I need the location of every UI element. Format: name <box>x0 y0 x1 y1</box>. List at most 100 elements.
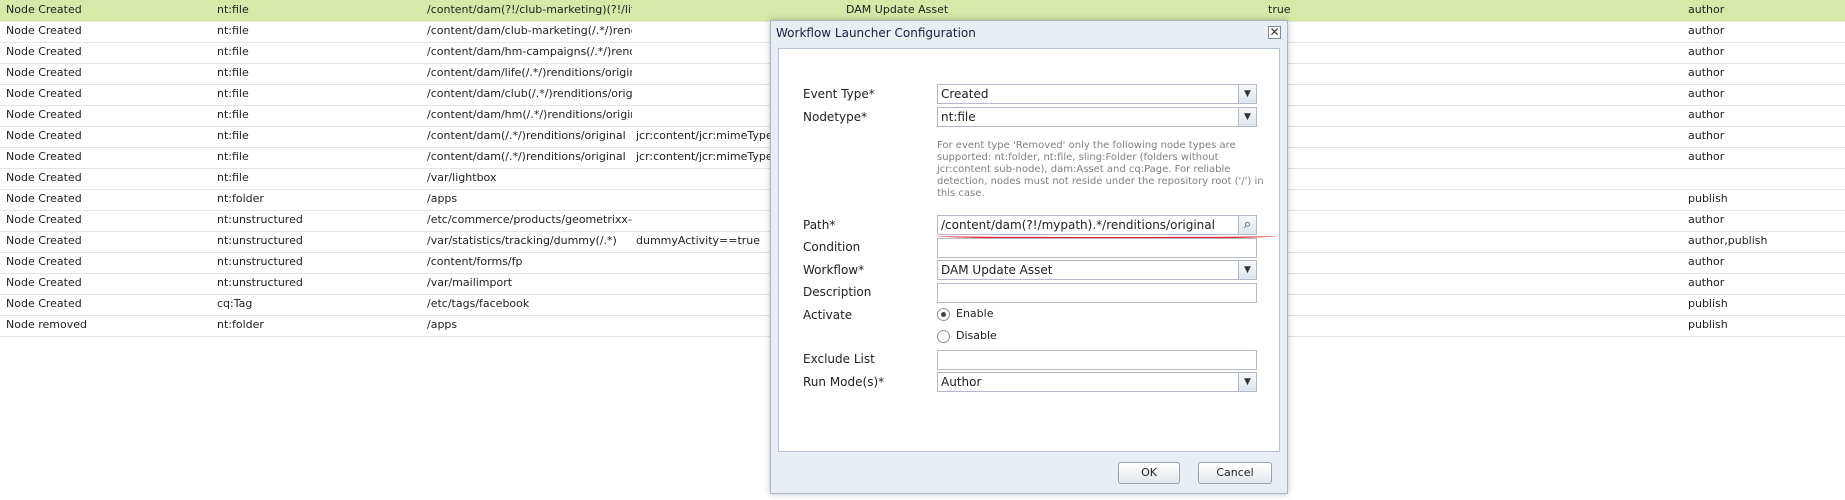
event-type-cell: Node Created <box>6 213 82 226</box>
nodetype-cell: nt:file <box>217 3 249 16</box>
disable-radio-option[interactable]: Disable <box>937 329 997 343</box>
event-type-value: Created <box>941 87 989 101</box>
nodetype-cell: cq:Tag <box>217 297 253 310</box>
event-type-cell: Node Created <box>6 255 82 268</box>
path-field[interactable]: /content/dam(?!/mypath).*/renditions/ori… <box>937 215 1257 235</box>
event-type-cell: Node Created <box>6 192 82 205</box>
event-type-cell: Node removed <box>6 318 87 331</box>
event-type-cell: Node Created <box>6 171 82 184</box>
event-type-cell: Node Created <box>6 276 82 289</box>
condition-cell: dummyActivity==true <box>636 234 761 247</box>
condition-label: Condition <box>803 240 861 254</box>
description-label: Description <box>803 285 872 299</box>
chevron-down-icon[interactable]: ▼ <box>1238 108 1256 126</box>
condition-cell: jcr:content/jcr:mimeType= <box>636 129 776 142</box>
activate-label: Activate <box>803 308 853 322</box>
path-cell: /content/dam(/.*/)renditions/original <box>427 150 626 163</box>
run-mode-cell: publish <box>1688 192 1728 205</box>
run-mode-cell: author <box>1688 255 1725 268</box>
search-icon[interactable]: ⌕ <box>1238 216 1256 234</box>
run-mode-cell: author <box>1688 45 1725 58</box>
nodetype-cell: nt:file <box>217 45 249 58</box>
nodetype-cell: nt:unstructured <box>217 255 303 268</box>
nodetype-cell: nt:file <box>217 87 249 100</box>
nodetype-cell: nt:file <box>217 150 249 163</box>
path-cell: /var/statistics/tracking/dummy(/.*) <box>427 234 617 247</box>
path-label: Path* <box>803 218 836 232</box>
activate-cell: true <box>1268 3 1291 16</box>
disable-radio[interactable] <box>937 329 950 343</box>
dialog-form: Event Type* Created ▼ Nodetype* nt:file … <box>778 48 1280 452</box>
disable-label: Disable <box>956 329 997 342</box>
chevron-down-icon[interactable]: ▼ <box>1238 373 1256 391</box>
cancel-button[interactable]: Cancel <box>1198 462 1272 484</box>
event-type-label: Event Type* <box>803 87 875 101</box>
workflow-value: DAM Update Asset <box>941 263 1053 277</box>
chevron-down-icon[interactable]: ▼ <box>1238 261 1256 279</box>
path-cell: /content/dam/club-marketing(/.*/)rend… <box>427 24 632 37</box>
nodetype-help-text: For event type 'Removed' only the follow… <box>937 140 1264 199</box>
workflow-launcher-dialog: Workflow Launcher Configuration ✕ Event … <box>770 20 1288 494</box>
run-mode-cell: author <box>1688 129 1725 142</box>
event-type-select[interactable]: Created ▼ <box>937 84 1257 104</box>
path-value: /content/dam(?!/mypath).*/renditions/ori… <box>941 218 1215 232</box>
event-type-cell: Node Created <box>6 66 82 79</box>
nodetype-cell: nt:file <box>217 129 249 142</box>
nodetype-cell: nt:file <box>217 171 249 184</box>
nodetype-label: Nodetype* <box>803 110 868 124</box>
event-type-cell: Node Created <box>6 108 82 121</box>
nodetype-cell: nt:file <box>217 24 249 37</box>
path-cell: /etc/commerce/products/geometrixx-o… <box>427 213 632 226</box>
run-mode-cell: author <box>1688 108 1725 121</box>
path-cell: /etc/tags/facebook <box>427 297 530 310</box>
description-field[interactable] <box>937 283 1257 303</box>
enable-radio-option[interactable]: Enable <box>937 307 993 321</box>
run-mode-cell: author <box>1688 87 1725 100</box>
run-mode-cell: author <box>1688 3 1725 16</box>
workflow-label: Workflow* <box>803 263 865 277</box>
path-cell: /apps <box>427 318 458 331</box>
event-type-cell: Node Created <box>6 129 82 142</box>
nodetype-cell: nt:unstructured <box>217 213 303 226</box>
run-mode-cell: author <box>1688 150 1725 163</box>
run-mode-cell: author <box>1688 66 1725 79</box>
workflow-select[interactable]: DAM Update Asset ▼ <box>937 260 1257 280</box>
run-modes-label: Run Mode(s)* <box>803 375 885 389</box>
path-cell: /content/forms/fp <box>427 255 523 268</box>
event-type-cell: Node Created <box>6 150 82 163</box>
nodetype-cell: nt:unstructured <box>217 276 303 289</box>
condition-field[interactable] <box>937 238 1257 258</box>
event-type-cell: Node Created <box>6 24 82 37</box>
run-mode-cell: author <box>1688 213 1725 226</box>
workflow-cell: DAM Update Asset <box>846 3 949 16</box>
dialog-title: Workflow Launcher Configuration <box>776 26 976 40</box>
chevron-down-icon[interactable]: ▼ <box>1238 85 1256 103</box>
condition-cell: jcr:content/jcr:mimeType= <box>636 150 776 163</box>
run-mode-cell: author <box>1688 24 1725 37</box>
path-cell: /content/dam/hm-campaigns(/.*/)rend… <box>427 45 632 58</box>
run-mode-cell: author,publish <box>1688 234 1768 247</box>
table-row[interactable]: Node Created nt:file/content/dam(?!/club-… <box>0 0 1845 22</box>
nodetype-cell: nt:file <box>217 108 249 121</box>
event-type-cell: Node Created <box>6 87 82 100</box>
path-cell: /content/dam/club(/.*/)renditions/origi… <box>427 87 632 100</box>
path-cell: /content/dam(?!/club-marketing)(?!/lif… <box>427 3 632 16</box>
event-type-cell: Node Created <box>6 45 82 58</box>
nodetype-cell: nt:file <box>217 66 249 79</box>
path-cell: /var/lightbox <box>427 171 497 184</box>
event-type-cell: Node Created <box>6 297 82 310</box>
run-modes-value: Author <box>941 375 982 389</box>
event-type-cell: Node Created <box>6 234 82 247</box>
exclude-list-field[interactable] <box>937 350 1257 370</box>
nodetype-cell: nt:folder <box>217 318 264 331</box>
path-cell: /content/dam(/.*/)renditions/original <box>427 129 626 142</box>
close-icon[interactable]: ✕ <box>1268 26 1281 39</box>
nodetype-cell: nt:unstructured <box>217 234 303 247</box>
path-cell: /content/dam/life(/.*/)renditions/origin… <box>427 66 632 79</box>
run-modes-select[interactable]: Author ▼ <box>937 372 1257 392</box>
enable-radio[interactable] <box>937 307 950 321</box>
nodetype-cell: nt:folder <box>217 192 264 205</box>
nodetype-select[interactable]: nt:file ▼ <box>937 107 1257 127</box>
ok-button[interactable]: OK <box>1118 462 1180 484</box>
path-cell: /apps <box>427 192 458 205</box>
